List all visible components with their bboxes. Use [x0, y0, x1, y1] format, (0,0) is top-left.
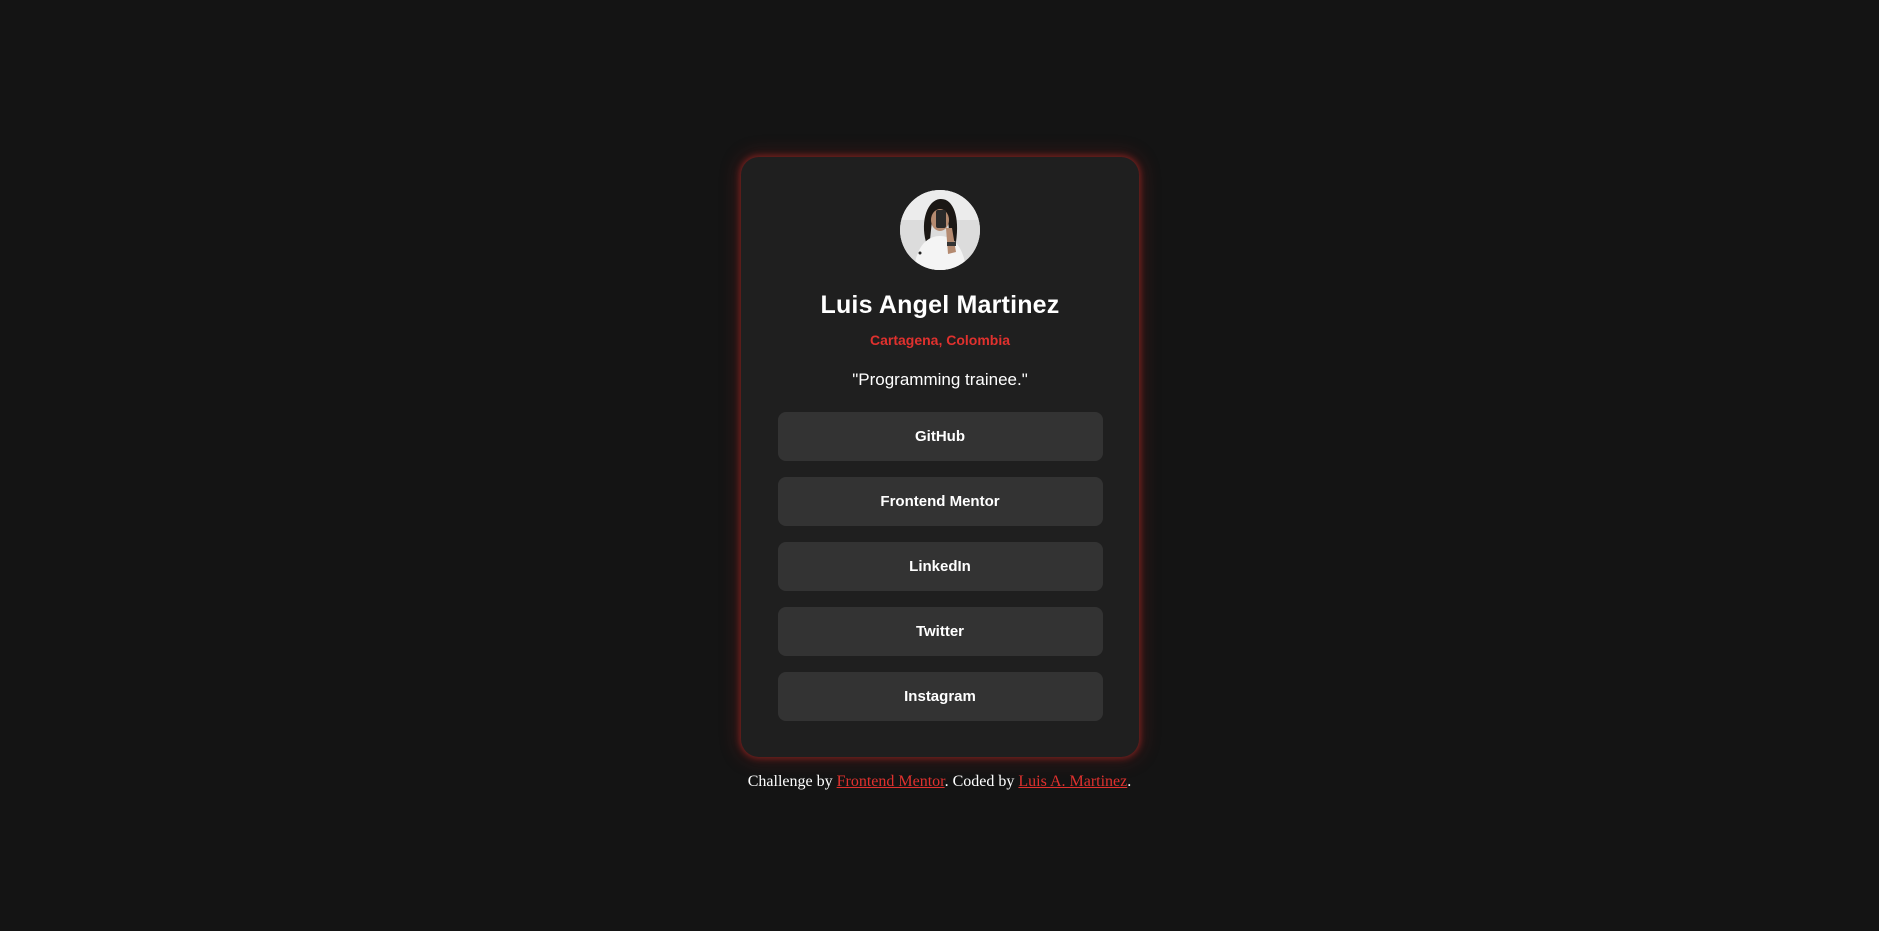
attribution-suffix: . [1127, 773, 1132, 790]
frontend-mentor-link-label: Frontend Mentor [880, 493, 1000, 510]
profile-name: Luis Angel Martinez [820, 291, 1060, 319]
frontend-mentor-link-button[interactable]: Frontend Mentor [777, 477, 1103, 526]
profile-card: Luis Angel Martinez Cartagena, Colombia … [741, 157, 1139, 757]
twitter-link-label: Twitter [915, 623, 965, 640]
twitter-link-button[interactable]: Twitter [777, 607, 1103, 656]
github-link-label: GitHub [915, 428, 965, 445]
avatar-photo-icon [900, 190, 980, 270]
avatar [900, 190, 980, 270]
attribution-prefix: Challenge by [747, 773, 837, 790]
social-links: GitHub Frontend Mentor LinkedIn Twitter … [777, 412, 1103, 721]
author-attribution-link[interactable]: Luis A. Martinez [1018, 773, 1127, 790]
profile-bio: "Programming trainee." [852, 370, 1028, 389]
linkedin-link-button[interactable]: LinkedIn [777, 542, 1103, 591]
linkedin-link-label: LinkedIn [909, 558, 971, 575]
page: Luis Angel Martinez Cartagena, Colombia … [0, 0, 1879, 931]
instagram-link-button[interactable]: Instagram [777, 672, 1103, 721]
attribution: Challenge by Frontend Mentor. Coded by L… [0, 772, 1879, 792]
profile-location: Cartagena, Colombia [869, 332, 1011, 348]
github-link-button[interactable]: GitHub [777, 412, 1103, 461]
instagram-link-label: Instagram [904, 688, 976, 705]
attribution-middle: . Coded by [944, 773, 1019, 790]
frontend-mentor-attribution-link[interactable]: Frontend Mentor [837, 773, 945, 790]
